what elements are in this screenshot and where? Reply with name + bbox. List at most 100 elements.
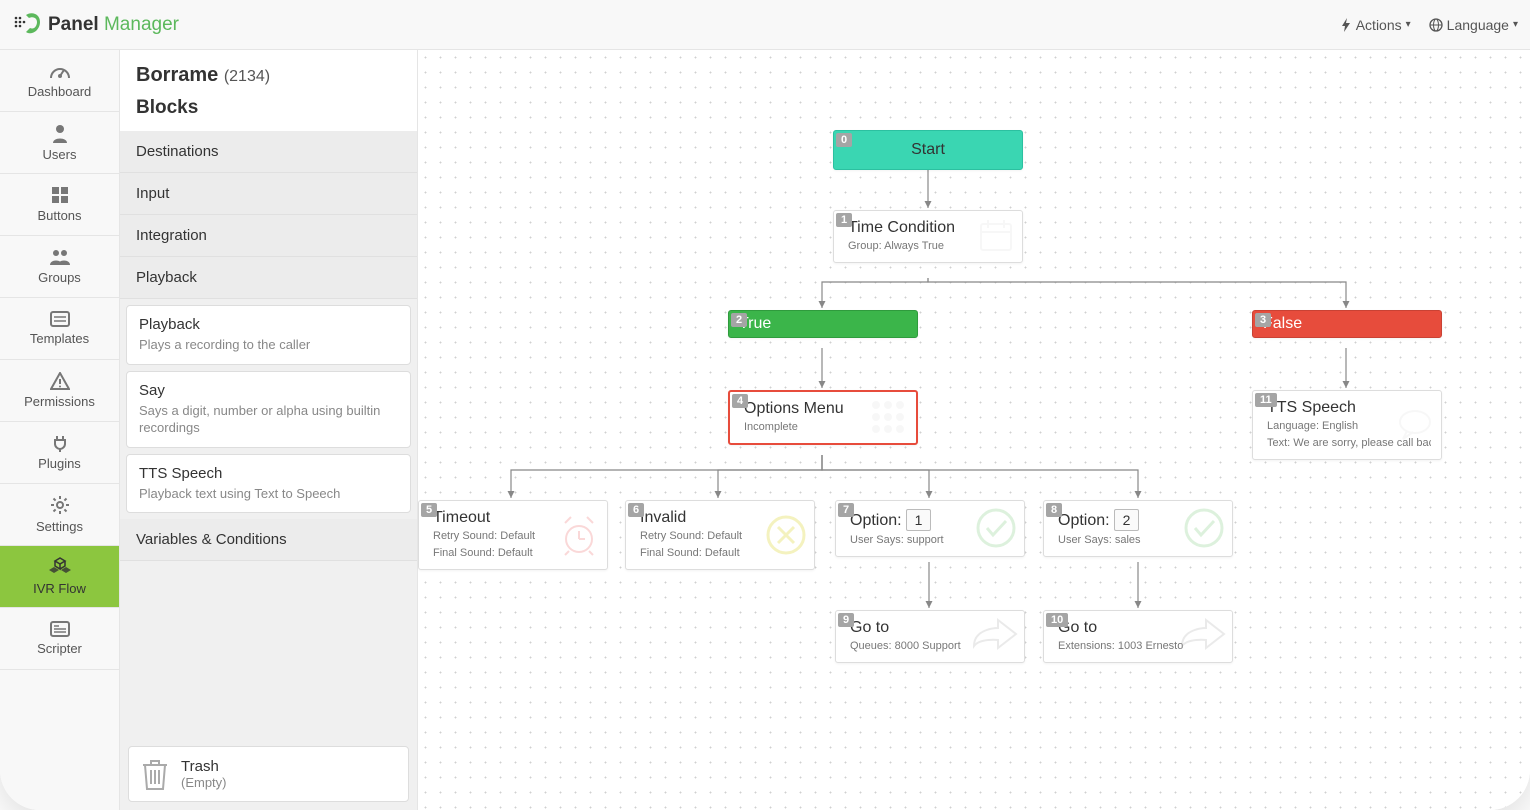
- calendar-icon: [976, 216, 1016, 256]
- goto-icon: [1178, 618, 1226, 654]
- sidebar-item-permissions[interactable]: Permissions: [0, 360, 119, 422]
- globe-icon: [1429, 18, 1443, 32]
- block-desc: Plays a recording to the caller: [139, 336, 398, 354]
- block-desc: Says a digit, number or alpha using buil…: [139, 402, 398, 437]
- language-menu[interactable]: Language ▾: [1429, 17, 1518, 33]
- sidebar-label: Groups: [38, 270, 81, 285]
- sidebar-item-plugins[interactable]: Plugins: [0, 422, 119, 484]
- option-number: 1: [906, 509, 932, 531]
- node-badge: 9: [838, 613, 854, 627]
- node-badge: 11: [1255, 393, 1277, 407]
- logo-icon: [12, 12, 42, 38]
- sidebar-item-templates[interactable]: Templates: [0, 298, 119, 360]
- sidebar-label: Dashboard: [28, 84, 92, 99]
- user-icon: [51, 123, 69, 143]
- cubes-icon: [49, 557, 71, 577]
- sidebar-item-settings[interactable]: Settings: [0, 484, 119, 546]
- trash[interactable]: Trash (Empty): [128, 746, 409, 802]
- logo: Panel Manager: [12, 12, 179, 38]
- node-tts-speech[interactable]: 11 TTS Speech Language: English Text: We…: [1252, 390, 1442, 460]
- node-badge: 6: [628, 503, 644, 517]
- sidebar-item-groups[interactable]: Groups: [0, 236, 119, 298]
- node-title: True: [729, 311, 917, 337]
- option-number: 2: [1114, 509, 1140, 531]
- block-tts[interactable]: TTS Speech Playback text using Text to S…: [126, 454, 411, 514]
- node-badge: 7: [838, 503, 854, 517]
- plug-icon: [51, 434, 69, 452]
- gear-icon: [50, 495, 70, 515]
- flow-title: Borrame (2134): [136, 64, 401, 87]
- sidebar-item-ivrflow[interactable]: IVR Flow: [0, 546, 119, 608]
- caret-icon: ▾: [1406, 19, 1411, 30]
- node-badge: 10: [1046, 613, 1068, 627]
- block-title: Say: [139, 382, 398, 399]
- node-timeout[interactable]: 5 Timeout Retry Sound: Default Final Sou…: [418, 500, 608, 570]
- grid-icon: [51, 186, 69, 204]
- trash-status: (Empty): [181, 775, 227, 790]
- node-start[interactable]: 0 Start: [833, 130, 1023, 170]
- topbar: Panel Manager Actions ▾ Language ▾: [0, 0, 1530, 50]
- category-destinations[interactable]: Destinations: [120, 131, 417, 173]
- sidebar-label: Permissions: [24, 394, 95, 409]
- templates-icon: [50, 311, 70, 327]
- sidebar-label: Plugins: [38, 456, 81, 471]
- node-badge: 2: [731, 313, 747, 327]
- node-false[interactable]: 3 False: [1252, 310, 1442, 338]
- clock-icon: [557, 513, 601, 557]
- node-options-menu[interactable]: 4 Options Menu Incomplete: [728, 390, 918, 445]
- sidebar-item-scripter[interactable]: Scripter: [0, 608, 119, 670]
- node-option-1[interactable]: 7 Option:1 User Says: support: [835, 500, 1025, 557]
- node-goto-extensions[interactable]: 10 Go to Extensions: 1003 Ernesto: [1043, 610, 1233, 663]
- node-badge: 8: [1046, 503, 1062, 517]
- warning-icon: [50, 372, 70, 390]
- block-title: Playback: [139, 316, 398, 333]
- keypad-icon: [866, 395, 910, 439]
- dashboard-icon: [49, 62, 71, 80]
- sidebar-label: Scripter: [37, 641, 82, 656]
- goto-icon: [970, 618, 1018, 654]
- trash-icon: [141, 757, 169, 791]
- node-invalid[interactable]: 6 Invalid Retry Sound: Default Final Sou…: [625, 500, 815, 570]
- node-badge: 5: [421, 503, 437, 517]
- block-say[interactable]: Say Says a digit, number or alpha using …: [126, 371, 411, 448]
- category-integration[interactable]: Integration: [120, 215, 417, 257]
- node-badge: 0: [836, 133, 852, 147]
- sidebar-item-users[interactable]: Users: [0, 112, 119, 174]
- block-playback[interactable]: Playback Plays a recording to the caller: [126, 305, 411, 365]
- invalid-icon: [764, 513, 808, 557]
- sidebar-label: Buttons: [37, 208, 81, 223]
- node-option-2[interactable]: 8 Option:2 User Says: sales: [1043, 500, 1233, 557]
- actions-menu[interactable]: Actions ▾: [1340, 17, 1411, 33]
- node-badge: 3: [1255, 313, 1271, 327]
- blocks-heading: Blocks: [136, 97, 401, 119]
- blocks-panel: Borrame (2134) Blocks Destinations Input…: [120, 50, 418, 810]
- sidebar-item-dashboard[interactable]: Dashboard: [0, 50, 119, 112]
- sidebar-item-buttons[interactable]: Buttons: [0, 174, 119, 236]
- node-badge: 1: [836, 213, 852, 227]
- caret-icon: ▾: [1513, 19, 1518, 30]
- check-icon: [974, 506, 1018, 550]
- node-title: False: [1253, 311, 1441, 337]
- sidebar-label: Users: [43, 147, 77, 162]
- sidebar-label: Templates: [30, 331, 89, 346]
- check-icon: [1182, 506, 1226, 550]
- groups-icon: [49, 248, 71, 266]
- trash-title: Trash: [181, 758, 227, 775]
- block-title: TTS Speech: [139, 465, 398, 482]
- category-playback[interactable]: Playback: [120, 257, 417, 299]
- sidebar-label: IVR Flow: [33, 581, 86, 596]
- category-input[interactable]: Input: [120, 173, 417, 215]
- node-badge: 4: [732, 394, 748, 408]
- node-title: Start: [834, 131, 1022, 169]
- logo-text: Panel Manager: [48, 14, 179, 36]
- node-true[interactable]: 2 True: [728, 310, 918, 338]
- node-goto-queues[interactable]: 9 Go to Queues: 8000 Support: [835, 610, 1025, 663]
- canvas[interactable]: 0 Start 1 Time Condition Group: Always T…: [418, 50, 1530, 810]
- sidebar-label: Settings: [36, 519, 83, 534]
- speech-icon: [1395, 405, 1435, 445]
- sidebar: Dashboard Users Buttons Groups Templates…: [0, 50, 120, 810]
- scripter-icon: [50, 621, 70, 637]
- category-variables[interactable]: Variables & Conditions: [120, 519, 417, 561]
- node-time-condition[interactable]: 1 Time Condition Group: Always True: [833, 210, 1023, 263]
- block-desc: Playback text using Text to Speech: [139, 485, 398, 503]
